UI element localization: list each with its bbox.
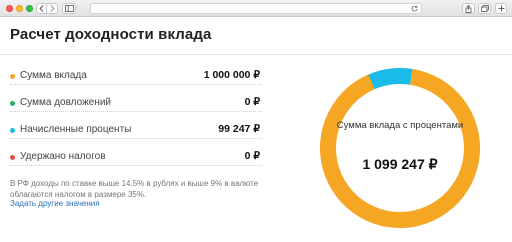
chevron-right-icon — [50, 5, 55, 12]
bullet-icon — [10, 101, 15, 106]
sidebar-icon — [64, 5, 74, 12]
row-label: Начисленные проценты — [20, 124, 132, 135]
tabs-icon — [480, 5, 489, 12]
browser-toolbar — [0, 0, 512, 17]
row-additional-deposits: Сумма довложений 0 ₽ — [10, 96, 262, 112]
donut-segment-0 — [320, 68, 480, 228]
row-label: Сумма вклада — [20, 70, 87, 81]
row-value: 99 247 ₽ — [218, 123, 260, 135]
summary-value: 1 099 247 ₽ — [362, 156, 438, 172]
tabs-button[interactable] — [478, 3, 491, 14]
row-value: 1 000 000 ₽ — [203, 69, 260, 81]
sidebar-button[interactable] — [62, 3, 76, 14]
forward-button[interactable] — [47, 3, 58, 14]
title-divider — [0, 54, 512, 55]
chevron-left-icon — [39, 5, 43, 12]
summary-label: Сумма вклада с процентами — [336, 120, 464, 131]
row-label: Удержано налогов — [20, 151, 106, 162]
donut-segment-2 — [320, 68, 480, 228]
back-button[interactable] — [36, 3, 47, 14]
page-title: Расчет доходности вклада — [10, 26, 212, 43]
close-window-button[interactable] — [6, 5, 13, 12]
share-button[interactable] — [462, 3, 475, 14]
donut-chart — [320, 68, 480, 228]
row-deposit-amount: Сумма вклада 1 000 000 ₽ — [10, 69, 262, 85]
row-taxes-withheld: Удержано налогов 0 ₽ — [10, 150, 262, 166]
address-bar[interactable] — [90, 3, 422, 14]
minimize-window-button[interactable] — [16, 5, 23, 12]
new-tab-button[interactable] — [495, 3, 507, 14]
bullet-icon — [10, 74, 15, 79]
share-icon — [465, 4, 472, 13]
bullet-icon — [10, 155, 15, 160]
change-values-link[interactable]: Задать другие значения — [10, 199, 100, 208]
row-label: Сумма довложений — [20, 97, 112, 108]
tax-note: В РФ доходы по ставке выше 14.5% в рубля… — [10, 179, 259, 199]
reload-icon[interactable] — [411, 5, 418, 12]
row-value: 0 ₽ — [244, 96, 260, 108]
bullet-icon — [10, 128, 15, 133]
row-accrued-interest: Начисленные проценты 99 247 ₽ — [10, 123, 262, 139]
row-value: 0 ₽ — [244, 150, 260, 162]
zoom-window-button[interactable] — [26, 5, 33, 12]
plus-icon — [498, 5, 504, 12]
